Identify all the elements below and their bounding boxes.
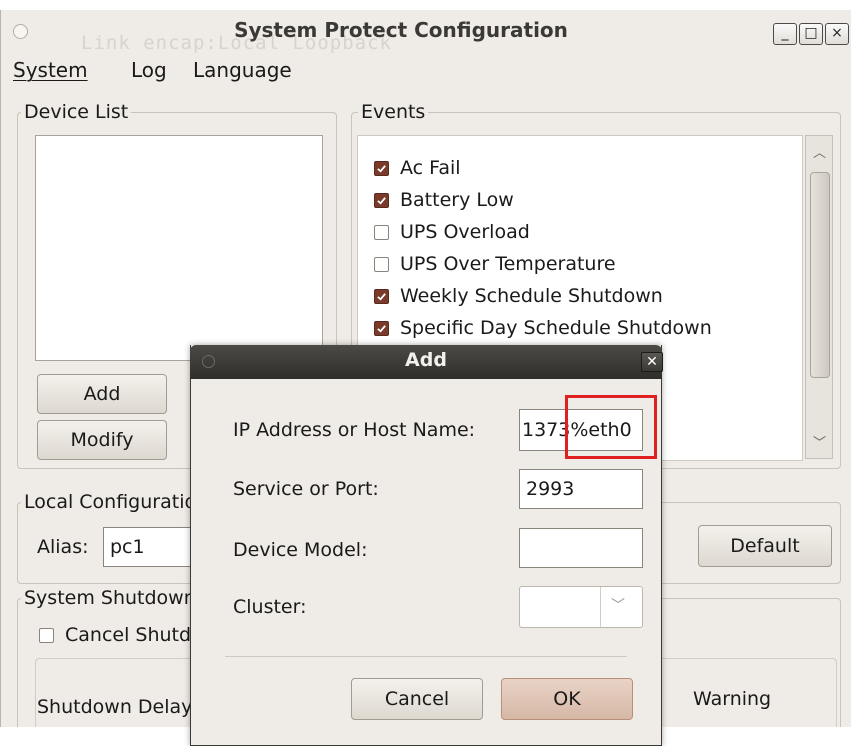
event-battery-low[interactable]: Battery Low (374, 184, 514, 216)
ok-button-label: OK (553, 688, 581, 710)
scroll-up-icon[interactable]: ︿ (813, 142, 826, 161)
scroll-thumb[interactable] (810, 172, 830, 378)
event-ups-over-temperature[interactable]: UPS Over Temperature (374, 248, 616, 280)
checkbox-checked-icon[interactable] (374, 192, 389, 208)
alias-label: Alias: (37, 536, 89, 558)
cluster-label: Cluster: (233, 596, 307, 618)
menu-language[interactable]: Language (193, 58, 292, 82)
scroll-down-icon[interactable]: ﹀ (813, 432, 826, 451)
shutdown-delay-label: Shutdown Delay (37, 696, 193, 718)
cluster-select[interactable]: ﹀ (519, 586, 643, 628)
maximize-button[interactable]: □ (799, 23, 823, 45)
checkbox-checked-icon[interactable] (374, 160, 389, 176)
ip-address-label: IP Address or Host Name: (233, 419, 476, 441)
local-configuration-label: Local Configuration (21, 491, 212, 513)
menu-bar: System Log Language (1, 52, 851, 86)
menu-log[interactable]: Log (131, 58, 167, 82)
checkbox-unchecked-icon[interactable] (39, 627, 54, 643)
menu-system[interactable]: System (13, 58, 88, 82)
checkbox-checked-icon[interactable] (374, 288, 389, 304)
event-ac-fail[interactable]: Ac Fail (374, 152, 461, 184)
title-bar[interactable]: Link encap:Local Loopback System Protect… (1, 10, 851, 54)
dialog-close-button[interactable]: ✕ (641, 352, 663, 372)
highlight-annotation (565, 395, 657, 459)
device-model-input[interactable] (519, 528, 643, 568)
events-label: Events (358, 101, 429, 123)
event-label: Ac Fail (400, 157, 461, 179)
cancel-button-label: Cancel (384, 688, 450, 710)
cluster-select-divider (600, 587, 601, 627)
modify-device-button[interactable]: Modify (37, 420, 167, 460)
minimize-button[interactable]: _ (773, 23, 797, 45)
dialog-title-bar[interactable]: Add ✕ (190, 345, 663, 379)
dialog-separator (225, 656, 627, 657)
minimize-icon: _ (781, 25, 789, 41)
checkbox-unchecked-icon[interactable] (374, 224, 389, 240)
event-specific-day-schedule-shutdown[interactable]: Specific Day Schedule Shutdown (374, 312, 712, 344)
close-icon: ✕ (646, 354, 658, 370)
device-list-box[interactable] (35, 135, 323, 361)
close-button[interactable]: × (825, 23, 849, 45)
system-shutdown-label: System Shutdown (21, 587, 199, 609)
event-label: UPS Overload (400, 221, 530, 243)
maximize-icon: □ (804, 25, 818, 41)
service-port-label: Service or Port: (233, 478, 379, 500)
device-model-label: Device Model: (233, 539, 368, 561)
checkbox-unchecked-icon[interactable] (374, 256, 389, 272)
default-button[interactable]: Default (698, 525, 832, 567)
close-icon: × (831, 25, 843, 41)
checkbox-checked-icon[interactable] (374, 320, 389, 336)
ok-button[interactable]: OK (501, 678, 633, 720)
cancel-button[interactable]: Cancel (351, 678, 483, 720)
event-label: Battery Low (400, 189, 514, 211)
events-scrollbar[interactable]: ︿ ﹀ (805, 135, 833, 459)
event-label: UPS Over Temperature (400, 253, 616, 275)
add-device-button[interactable]: Add (37, 374, 167, 414)
event-label: Weekly Schedule Shutdown (400, 285, 663, 307)
warning-label: Warning (693, 688, 772, 710)
dialog-title: Add (405, 349, 447, 371)
event-label: Specific Day Schedule Shutdown (400, 317, 712, 339)
event-ups-overload[interactable]: UPS Overload (374, 216, 530, 248)
chevron-down-icon[interactable]: ﹀ (611, 595, 625, 615)
window-title: System Protect Configuration (234, 18, 568, 42)
event-weekly-schedule-shutdown[interactable]: Weekly Schedule Shutdown (374, 280, 663, 312)
device-list-label: Device List (21, 101, 132, 123)
service-port-input[interactable]: 2993 (519, 469, 643, 509)
